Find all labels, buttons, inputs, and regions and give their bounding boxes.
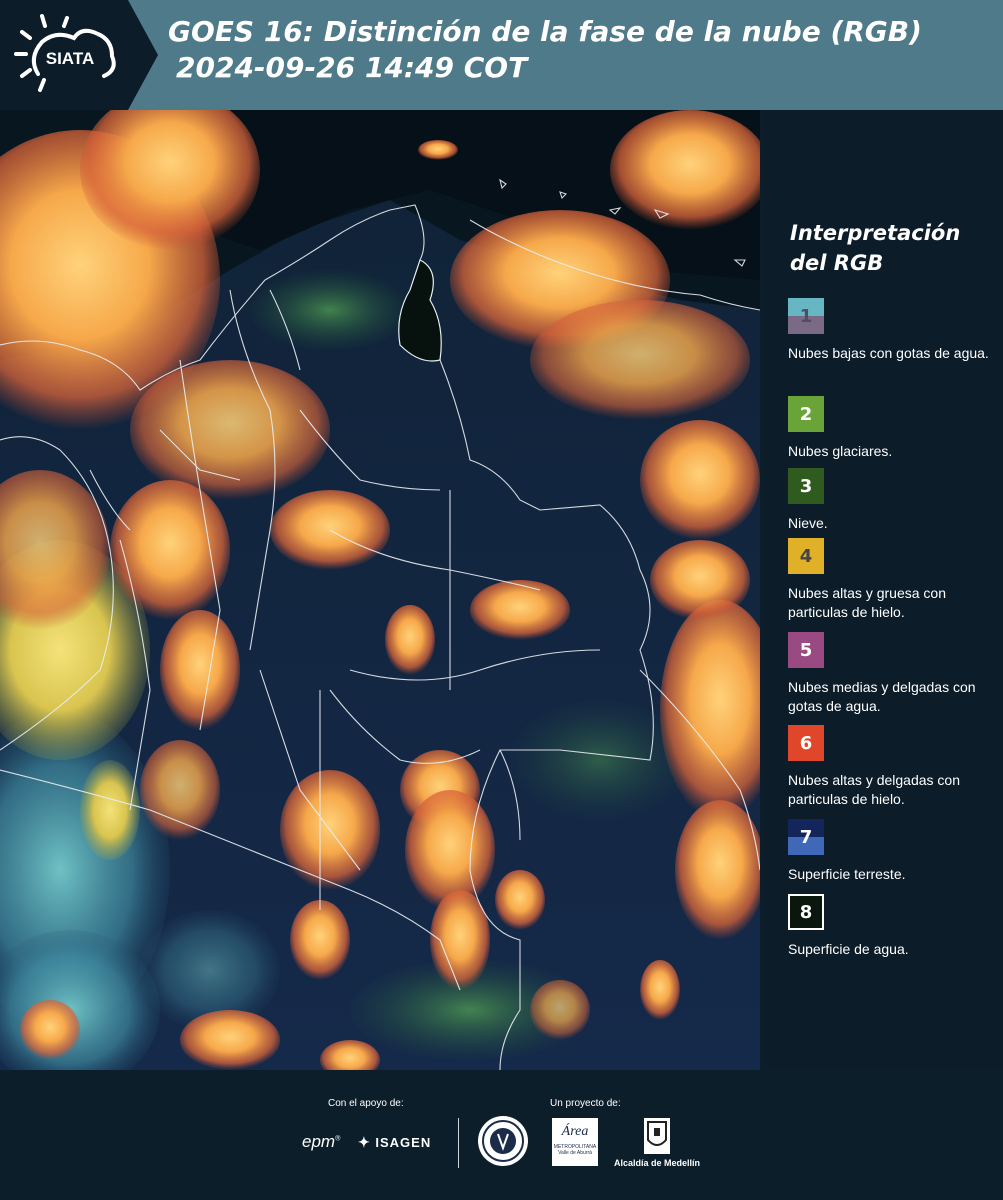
isagen-logo: ✦ ISAGEN — [358, 1134, 432, 1150]
isagen-star-icon: ✦ — [358, 1134, 371, 1150]
legend-item-8: 8 Superficie de agua. — [788, 894, 998, 959]
legend-label-1: Nubes bajas con gotas de agua. — [788, 345, 989, 361]
legend-item-6: 6 Nubes altas y delgadas con particulas … — [788, 725, 998, 809]
legend-swatch-7: 7 — [788, 819, 824, 855]
legend-panel: Interpretación del RGB 1 Nubes bajas con… — [762, 110, 1003, 1070]
legend-label-8: Superficie de agua. — [788, 941, 909, 957]
header-bar: SIATA GOES 16: Distinción de la fase de … — [0, 0, 1003, 110]
legend-swatch-6: 6 — [788, 725, 824, 761]
medellin-shield-icon — [644, 1118, 670, 1154]
legend-swatch-2: 2 — [788, 396, 824, 432]
legend-item-1: 1 Nubes bajas con gotas de agua. — [788, 298, 998, 363]
legend-label-4: Nubes altas y gruesa con particulas de h… — [788, 585, 946, 620]
footer-bar: Con el apoyo de: Un proyecto de: epm® ✦ … — [0, 1070, 1003, 1200]
rgb-satellite-image — [0, 110, 760, 1070]
legend-label-3: Nieve. — [788, 515, 828, 531]
siata-logo: SIATA — [0, 0, 128, 110]
legend-item-3: 3 Nieve. — [788, 468, 998, 533]
legend-title: Interpretación del RGB — [790, 221, 961, 275]
footer-divider — [458, 1118, 459, 1168]
epm-logo: epm® — [302, 1132, 341, 1151]
legend-label-6: Nubes altas y delgadas con particulas de… — [788, 772, 960, 807]
title-line-1: GOES 16: Distinción de la fase de la nub… — [168, 15, 922, 48]
siata-sun-cloud-icon: SIATA — [14, 14, 116, 92]
title-line-2: 2024-09-26 14:49 COT — [176, 51, 528, 84]
legend-swatch-8: 8 — [788, 894, 824, 930]
alcaldia-label: Alcaldía de Medellín — [614, 1158, 701, 1168]
legend-label-2: Nubes glaciares. — [788, 443, 893, 459]
legend-label-5: Nubes medias y delgadas con gotas de agu… — [788, 679, 976, 714]
legend-swatch-5: 5 — [788, 632, 824, 668]
svg-text:SIATA: SIATA — [46, 49, 94, 68]
legend-swatch-1: 1 — [788, 298, 824, 334]
satellite-map — [0, 110, 760, 1070]
legend-swatch-3: 3 — [788, 468, 824, 504]
legend-item-2: 2 Nubes glaciares. — [788, 396, 998, 461]
legend-label-7: Superficie terreste. — [788, 866, 906, 882]
legend-item-4: 4 Nubes altas y gruesa con particulas de… — [788, 538, 998, 622]
support-label: Con el apoyo de: — [328, 1098, 404, 1109]
legend-item-5: 5 Nubes medias y delgadas con gotas de a… — [788, 632, 998, 716]
area-metropolitana-logo: Área METROPOLITANA Valle de Aburrá — [552, 1118, 598, 1166]
university-seal-logo — [478, 1116, 528, 1166]
legend-item-7: 7 Superficie terreste. — [788, 819, 998, 884]
logo-arrow-shape — [128, 0, 158, 110]
legend-swatch-4: 4 — [788, 538, 824, 574]
page-title: GOES 16: Distinción de la fase de la nub… — [168, 14, 922, 86]
project-label: Un proyecto de: — [550, 1098, 621, 1109]
